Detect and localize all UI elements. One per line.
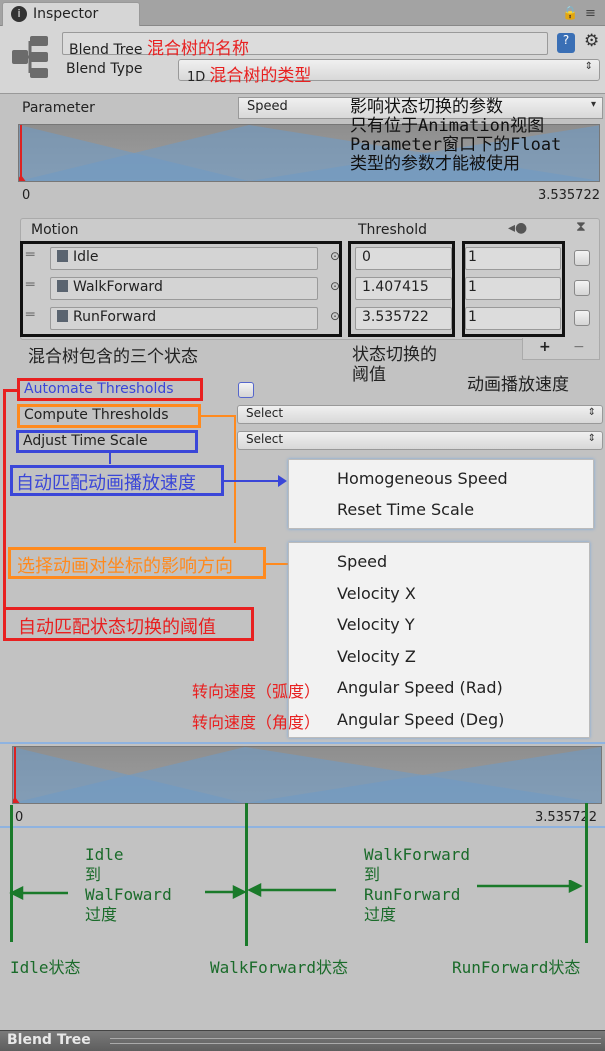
blend-type-value: 1D: [187, 70, 206, 85]
line: 过度: [364, 905, 397, 924]
idle-to-walk-label: Idle 到 WalFoward 过度: [85, 845, 172, 925]
parameter-label: Parameter: [22, 100, 95, 116]
adjust-time-scale-menu: Homogeneous Speed Reset Time Scale: [288, 459, 594, 529]
parameter-note: 影响状态切换的参数 只有位于Animation视图 Parameter窗口下的Flo…: [350, 98, 561, 174]
note-line: 类型的参数才能被使用: [350, 154, 520, 174]
orange-arrow: [265, 563, 290, 565]
adjust-time-scale-dropdown[interactable]: Select ⇕: [237, 431, 603, 450]
blend-graph[interactable]: [12, 746, 602, 804]
info-icon: i: [11, 6, 27, 22]
note-line: 影响状态切换的参数: [350, 97, 503, 117]
preview-title: Blend Tree: [7, 1032, 91, 1048]
line: 过度: [85, 905, 118, 924]
adjust-value: Select: [246, 432, 284, 446]
walk-to-run-label: WalkForward 到 RunForward 过度: [364, 845, 470, 925]
dropdown-arrows-icon: ⇕: [587, 433, 596, 444]
walk-marker-line: [245, 803, 248, 946]
dropdown-arrows-icon: ⇕: [584, 61, 593, 72]
rad-annotation: 转向速度（弧度）: [192, 682, 321, 701]
threshold-note: 状态切换的 阈值: [352, 345, 437, 385]
orange-connector: [234, 415, 236, 543]
walk-state-label: WalkForward状态: [210, 958, 348, 977]
motions-highlight-box: [20, 241, 342, 337]
idle-state-label: Idle状态: [10, 958, 81, 977]
lock-icon[interactable]: 🔒: [562, 6, 578, 21]
blue-connector: [109, 452, 111, 464]
parameter-value: Speed: [247, 99, 288, 114]
add-remove-bar: + −: [522, 338, 600, 360]
adjust-time-scale-label: Adjust Time Scale: [16, 430, 198, 453]
graph-max-label: 3.535722: [537, 188, 600, 203]
compute-value: Select: [246, 406, 284, 420]
time-scale-icon: ◂●: [508, 220, 528, 236]
help-icon[interactable]: ?: [557, 33, 575, 53]
line: WalkForward: [364, 845, 470, 864]
note-line: 阈值: [352, 365, 386, 385]
compute-annotation: 选择动画对坐标的影响方向: [8, 547, 266, 579]
automate-thresholds-checkbox[interactable]: [238, 382, 254, 398]
tab-title: Inspector: [33, 6, 99, 22]
add-motion-button[interactable]: +: [539, 339, 551, 355]
name-value: Blend Tree: [69, 42, 143, 58]
menu-item-velocity-x[interactable]: Velocity X: [337, 584, 416, 603]
note-line: Parameter窗口下的Float: [350, 135, 562, 155]
menu-item-angular-speed-deg[interactable]: Angular Speed (Deg): [337, 710, 504, 729]
note-line: 只有位于Animation视图: [350, 116, 545, 136]
blend-type-note: 混合树的类型: [209, 66, 312, 86]
blue-arrow: [223, 480, 281, 482]
threshold-highlight-box: [348, 241, 455, 337]
adjust-annotation: 自动匹配动画播放速度: [10, 465, 224, 496]
speed-highlight-box: [462, 241, 565, 337]
red-connector: [3, 389, 18, 392]
motion-header: Motion: [31, 222, 79, 238]
graph-min-label: 0: [15, 810, 24, 825]
menu-item-speed[interactable]: Speed: [337, 552, 387, 571]
red-connector: [3, 389, 6, 639]
blend-type-label: Blend Type: [66, 61, 143, 77]
drag-handle[interactable]: [110, 1038, 601, 1044]
line: Idle: [85, 845, 124, 864]
preview-bar[interactable]: Blend Tree: [0, 1030, 605, 1051]
dropdown-arrows-icon: ⇕: [587, 407, 596, 418]
dropdown-arrow-icon: ▾: [590, 99, 596, 110]
mirror-icon: ⧗: [576, 219, 586, 235]
blend-tree-name-input[interactable]: Blend Tree 混合树的名称: [62, 32, 548, 59]
menu-item-velocity-z[interactable]: Velocity Z: [337, 647, 416, 666]
compute-thresholds-label: Compute Thresholds: [17, 404, 201, 428]
motions-note: 混合树包含的三个状态: [28, 347, 198, 367]
automate-annotation: 自动匹配状态切换的阈值: [3, 607, 254, 641]
gear-icon[interactable]: ⚙: [584, 31, 599, 51]
arrow-head-icon: [278, 475, 287, 487]
remove-motion-button[interactable]: −: [573, 339, 585, 355]
menu-item-velocity-y[interactable]: Velocity Y: [337, 615, 415, 634]
tab-inspector[interactable]: i Inspector: [2, 2, 140, 26]
graph-min-label: 0: [22, 188, 31, 203]
line: 到: [85, 865, 102, 884]
mirror-checkbox[interactable]: [574, 250, 590, 266]
line: 到: [364, 865, 381, 884]
line: RunForward: [364, 885, 461, 904]
compute-thresholds-dropdown[interactable]: Select ⇕: [237, 405, 603, 424]
compute-thresholds-menu: Speed Velocity X Velocity Y Velocity Z A…: [288, 542, 590, 738]
orange-connector: [200, 415, 236, 417]
menu-item-reset-time-scale[interactable]: Reset Time Scale: [337, 500, 474, 519]
menu-icon[interactable]: ≡: [585, 6, 596, 21]
automate-thresholds-label: Automate Thresholds: [17, 378, 203, 401]
run-state-label: RunForward状态: [452, 958, 581, 977]
mirror-checkbox[interactable]: [574, 280, 590, 296]
blend-tree-icon: [12, 36, 48, 78]
menu-item-homogeneous-speed[interactable]: Homogeneous Speed: [337, 469, 508, 488]
mirror-checkbox[interactable]: [574, 310, 590, 326]
speed-note: 动画播放速度: [467, 375, 569, 395]
deg-annotation: 转向速度（角度）: [192, 713, 321, 732]
idle-marker-line: [10, 805, 13, 942]
menu-item-angular-speed-rad[interactable]: Angular Speed (Rad): [337, 678, 503, 697]
name-note: 混合树的名称: [146, 39, 249, 59]
note-line: 状态切换的: [352, 345, 437, 365]
line: WalFoward: [85, 885, 172, 904]
blend-type-dropdown[interactable]: 1D 混合树的类型 ⇕: [178, 59, 600, 86]
run-marker-line: [585, 803, 588, 943]
threshold-header: Threshold: [358, 222, 427, 238]
